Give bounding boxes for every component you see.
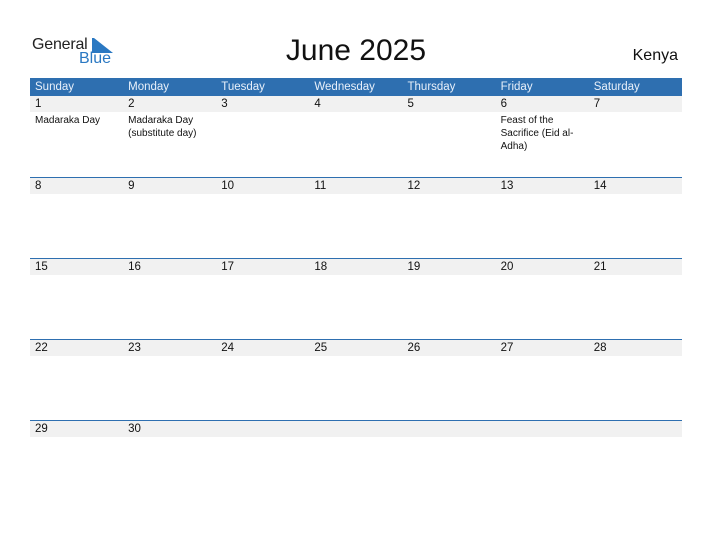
holiday-label [496, 194, 589, 196]
holiday-label [589, 356, 682, 358]
day-number: 22 [35, 342, 48, 354]
day-number: 15 [35, 261, 48, 273]
day-number: 10 [221, 180, 235, 192]
holiday-label [403, 112, 496, 153]
day-number: 25 [314, 342, 328, 354]
weekday-saturday: Saturday [593, 81, 640, 93]
events-row [30, 194, 682, 196]
holiday-label [589, 275, 682, 277]
day-number: 24 [221, 342, 235, 354]
day-number: 3 [221, 98, 228, 110]
holiday-label [216, 356, 309, 358]
holiday-label [496, 437, 589, 439]
day-number: 7 [593, 98, 601, 110]
events-row [30, 437, 682, 439]
events-row [30, 356, 682, 358]
holiday-label [309, 356, 402, 358]
holiday-label [309, 275, 402, 277]
day-number: 11 [314, 180, 327, 192]
day-number: 30 [128, 423, 141, 435]
weekday-tuesday: Tuesday [221, 81, 265, 93]
date-bar: 22 23 24 25 26 27 28 [30, 340, 682, 356]
holiday-label: Feast of the Sacrifice (Eid al-Adha) [500, 115, 574, 152]
weekday-thursday: Thursday [407, 81, 456, 93]
holiday-label [309, 194, 402, 196]
holiday-label [589, 112, 682, 153]
day-number: 26 [407, 342, 421, 354]
holiday-label [216, 437, 309, 439]
calendar-grid: Sunday Monday Tuesday Wednesday Thursday… [30, 78, 682, 501]
holiday-label [589, 194, 682, 196]
day-number: 17 [221, 261, 235, 273]
day-number: 19 [407, 261, 421, 273]
day-number: 21 [593, 261, 607, 273]
holiday-label [216, 194, 309, 196]
holiday-label [123, 437, 216, 439]
weekday-wednesday: Wednesday [314, 81, 375, 93]
week-row: 8 9 10 11 12 13 14 [30, 177, 682, 258]
day-number: 16 [128, 261, 141, 273]
day-number: 4 [314, 98, 321, 110]
day-number [216, 421, 309, 437]
holiday-label [403, 194, 496, 196]
day-number [403, 421, 496, 437]
day-number: 5 [407, 98, 414, 110]
holiday-label [403, 275, 496, 277]
events-row [30, 275, 682, 277]
day-number: 6 [500, 98, 508, 110]
holiday-label [30, 437, 123, 439]
day-number [589, 421, 682, 437]
day-number: 18 [314, 261, 328, 273]
day-number: 29 [35, 423, 48, 435]
day-number: 23 [128, 342, 141, 354]
day-number: 28 [593, 342, 607, 354]
week-row: 29 30 [30, 420, 682, 501]
events-row: Madaraka Day Madaraka Day (substitute day… [30, 112, 682, 153]
weekday-sunday: Sunday [35, 81, 75, 93]
holiday-label [123, 275, 216, 277]
day-number: 20 [500, 261, 514, 273]
holiday-label [309, 437, 402, 439]
day-number: 27 [500, 342, 514, 354]
holiday-label [496, 275, 589, 277]
day-number: 14 [593, 180, 607, 192]
holiday-label [309, 112, 402, 153]
holiday-label [589, 437, 682, 439]
holiday-label [30, 275, 123, 277]
date-bar: 1 2 3 4 5 6 7 [30, 96, 682, 112]
day-number: 8 [35, 180, 42, 192]
holiday-label [496, 356, 589, 358]
day-number [309, 421, 402, 437]
date-bar: 15 16 17 18 19 20 21 [30, 259, 682, 275]
holiday-label [403, 356, 496, 358]
day-number: 13 [500, 180, 514, 192]
date-bar: 29 30 [30, 421, 682, 437]
day-number: 1 [35, 98, 42, 110]
weekday-friday: Friday [500, 81, 533, 93]
day-number [496, 421, 589, 437]
holiday-label [123, 194, 216, 196]
page-title: June 2025 [285, 34, 427, 67]
weekday-header: Sunday Monday Tuesday Wednesday Thursday… [30, 78, 682, 96]
holiday-label [123, 356, 216, 358]
country-label: Kenya [632, 47, 678, 64]
week-row: 22 23 24 25 26 27 28 [30, 339, 682, 420]
date-bar: 8 9 10 11 12 13 14 [30, 178, 682, 194]
holiday-label [403, 437, 496, 439]
weekday-monday: Monday [128, 81, 170, 93]
day-number: 12 [407, 180, 421, 192]
holiday-label: Madaraka Day [35, 115, 101, 126]
week-row: 15 16 17 18 19 20 21 [30, 258, 682, 339]
week-row: 1 2 3 4 5 6 7 Madaraka Day Madaraka Day (substit… [30, 96, 682, 177]
holiday-label [216, 112, 309, 153]
day-number: 9 [128, 180, 135, 192]
day-number: 2 [128, 98, 135, 110]
holiday-label [30, 356, 123, 358]
holiday-label [30, 194, 123, 196]
holiday-label: Madaraka Day (substitute day) [128, 115, 197, 139]
holiday-label [216, 275, 309, 277]
